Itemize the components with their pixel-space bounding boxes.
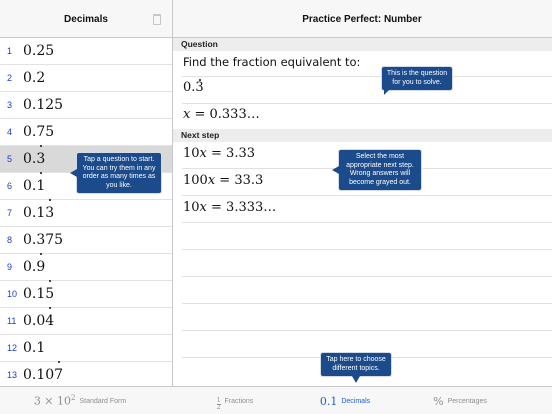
question-item-2[interactable]: 2 0.2: [0, 65, 172, 92]
trash-icon[interactable]: [153, 14, 161, 25]
question-number: 12: [7, 343, 18, 353]
question-number: 8: [7, 235, 13, 245]
question-number: 13: [7, 370, 18, 380]
question-list: 1 0.25 2 0.2 3 0.125 4 0.75 5 0.3 6 0.1 7 0.13 …: [0, 38, 172, 386]
tab-standard-form[interactable]: 3 × 102 Standard Form: [0, 387, 160, 414]
question-value: 0.3: [23, 145, 45, 173]
question-item-1[interactable]: 1 0.25: [0, 38, 172, 65]
question-prompt: Find the fraction equivalent to:: [183, 55, 361, 69]
question-item-11[interactable]: 11 0.04: [0, 307, 172, 335]
tooltip-next-step: Select the most appropriate next step. W…: [332, 149, 422, 191]
question-item-10[interactable]: 10 0.15: [0, 280, 172, 308]
step-option-1[interactable]: 10x = 3.33: [183, 146, 255, 161]
tab-label: Percentages: [447, 397, 487, 405]
tab-bar: 3 × 102 Standard Form 12 Fractions 0.1 D…: [0, 386, 552, 414]
tooltip-topics: Tap here to choose different topics.: [320, 352, 392, 383]
step-option-3[interactable]: 10x = 3.333…: [183, 200, 276, 215]
question-number: 10: [7, 289, 18, 299]
question-value: 0.1: [23, 172, 45, 200]
question-item-13[interactable]: 13 0.107: [0, 361, 172, 386]
question-number: 2: [7, 73, 13, 83]
percent-icon: %: [433, 394, 444, 408]
fraction-icon: 12: [216, 396, 221, 411]
rule: [182, 195, 552, 196]
question-item-3[interactable]: 3 0.125: [0, 92, 172, 119]
page-title: Practice Perfect: Number: [302, 14, 422, 25]
tab-label: Fractions: [224, 397, 254, 405]
question-number: 9: [7, 262, 13, 272]
question-item-7[interactable]: 7 0.13: [0, 199, 172, 227]
sidebar-title: Decimals: [64, 14, 108, 25]
question-setup: x = 0.333…: [183, 107, 260, 122]
question-value: 0.75: [23, 124, 55, 140]
question-number: 3: [7, 100, 13, 110]
question-item-12[interactable]: 12 0.1: [0, 335, 172, 362]
question-value: 0.1: [23, 340, 46, 356]
tab-label: Standard Form: [79, 397, 127, 405]
rule: [182, 276, 552, 277]
rule: [182, 76, 552, 77]
question-value: 0.125: [23, 97, 64, 113]
question-number: 4: [7, 127, 13, 137]
question-item-9[interactable]: 9 0.9: [0, 253, 172, 281]
rule: [182, 330, 552, 331]
tooltip-question: This is the question for you to solve.: [381, 66, 453, 95]
next-step-section-header: Next step: [173, 129, 552, 142]
tab-label: Decimals: [341, 397, 371, 405]
question-number: 6: [7, 181, 13, 191]
tab-decimals[interactable]: 0.1 Decimals: [300, 387, 390, 414]
question-value: 0.15: [23, 280, 54, 308]
rule: [182, 249, 552, 250]
question-number: 7: [7, 208, 13, 218]
question-value: 0.04: [23, 307, 54, 335]
rule: [182, 222, 552, 223]
question-value: 0.13: [23, 199, 54, 227]
question-item-8[interactable]: 8 0.375: [0, 227, 172, 254]
tab-percentages[interactable]: % Percentages: [410, 387, 510, 414]
question-value: 0.9: [23, 253, 45, 281]
question-number: 1: [7, 46, 13, 56]
question-number: 5: [7, 154, 13, 164]
question-item-4[interactable]: 4 0.75: [0, 119, 172, 146]
step-option-2[interactable]: 100x = 33.3: [183, 173, 263, 188]
top-bar: Decimals Practice Perfect: Number: [0, 0, 552, 38]
tab-fractions[interactable]: 12 Fractions: [185, 387, 285, 414]
question-number: 11: [7, 316, 17, 326]
question-value-display: 0.3: [183, 79, 204, 95]
question-value: 0.375: [23, 232, 64, 248]
question-value: 0.2: [23, 70, 46, 86]
question-value: 0.107: [23, 361, 63, 386]
question-section-header: Question: [173, 38, 552, 51]
split-divider: [172, 0, 173, 386]
rule: [182, 103, 552, 104]
question-value: 0.25: [23, 43, 55, 59]
standard-form-icon: 3 × 102: [33, 394, 76, 408]
rule: [182, 303, 552, 304]
tooltip-start: Tap a question to start. You can try the…: [70, 152, 162, 194]
decimal-icon: 0.1: [319, 394, 338, 408]
